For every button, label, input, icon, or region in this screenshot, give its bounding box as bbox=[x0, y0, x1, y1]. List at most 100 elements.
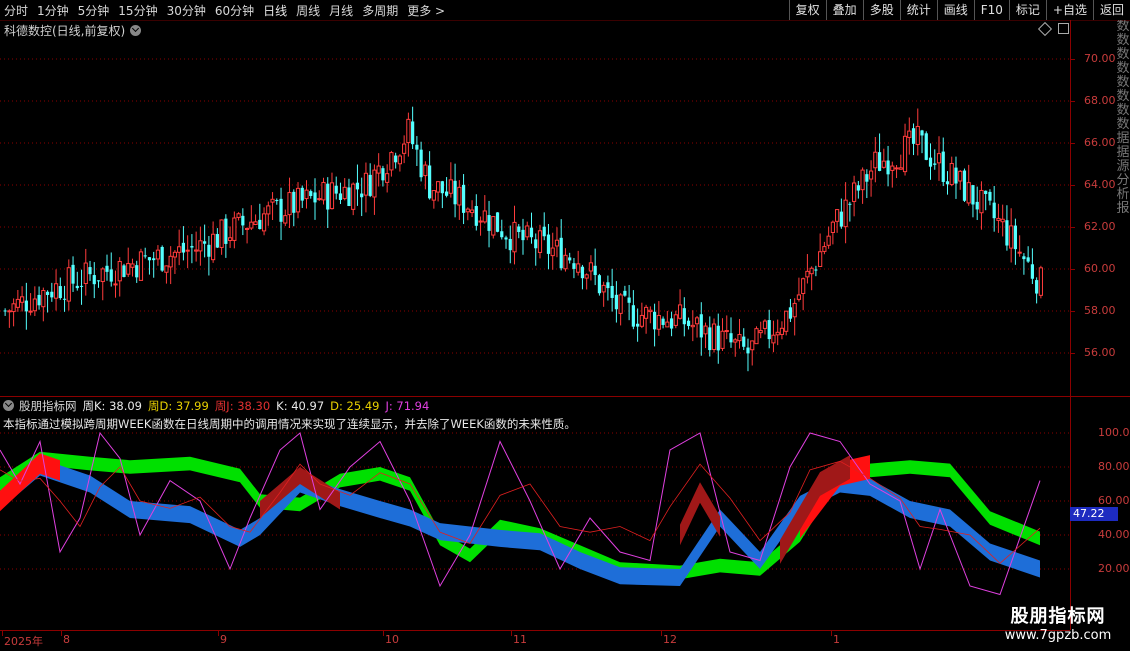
candle bbox=[236, 212, 241, 221]
period-tab[interactable]: 1分钟 bbox=[37, 2, 69, 19]
candle bbox=[261, 207, 267, 236]
candle bbox=[673, 310, 678, 329]
candle bbox=[96, 280, 101, 288]
period-tab[interactable]: 日线 bbox=[263, 2, 287, 19]
period-tab[interactable]: 更多 > bbox=[407, 2, 445, 19]
side-info-strip[interactable]: 数数数数数数数数据据源分析报 bbox=[1116, 20, 1130, 440]
candle bbox=[198, 226, 203, 266]
candle bbox=[283, 209, 288, 227]
toolbar-button[interactable]: 叠加 bbox=[825, 0, 863, 20]
candle bbox=[694, 316, 700, 338]
toolbar-button[interactable]: 复权 bbox=[788, 0, 826, 20]
period-tab[interactable]: 30分钟 bbox=[167, 2, 206, 19]
toolbar-button[interactable]: 返回 bbox=[1092, 0, 1130, 20]
diamond-icon[interactable] bbox=[1037, 21, 1053, 36]
candle bbox=[902, 123, 908, 176]
time-axis-label: 8 bbox=[63, 633, 70, 646]
candle bbox=[720, 318, 725, 351]
indicator-axis-label: 80.00 bbox=[1098, 460, 1130, 473]
candle bbox=[517, 224, 521, 239]
candle bbox=[814, 265, 818, 277]
toolbar-button[interactable]: +自选 bbox=[1045, 0, 1093, 20]
candle bbox=[623, 285, 627, 297]
candle bbox=[143, 247, 147, 259]
candle bbox=[809, 266, 814, 291]
candle bbox=[487, 200, 491, 248]
period-tab[interactable]: 5分钟 bbox=[78, 2, 110, 19]
candle bbox=[117, 257, 122, 297]
side-strip-char: 数 bbox=[1116, 20, 1130, 34]
period-tabs: 分时 1分钟 5分钟 15分钟 30分钟 60分钟 日线 周线 月线 多周期 更多 > bbox=[4, 0, 454, 20]
candle bbox=[431, 190, 436, 209]
candle bbox=[550, 232, 555, 270]
candle bbox=[347, 178, 351, 207]
candle bbox=[588, 255, 594, 281]
candle bbox=[996, 203, 1001, 233]
chevron-down-icon[interactable] bbox=[3, 400, 14, 411]
chart-corner-icons bbox=[1037, 21, 1069, 36]
indicator-axis-label: 20.00 bbox=[1098, 562, 1130, 575]
period-tab[interactable]: 15分钟 bbox=[118, 2, 157, 19]
candle bbox=[113, 270, 118, 298]
candle bbox=[372, 164, 377, 215]
candle bbox=[716, 313, 720, 364]
chart-title-bar: 科德数控(日线,前复权) bbox=[0, 21, 142, 39]
toolbar-button[interactable]: 统计 bbox=[899, 0, 937, 20]
candle bbox=[843, 182, 848, 244]
candle bbox=[1022, 253, 1026, 275]
candle bbox=[669, 311, 674, 337]
candle bbox=[1013, 218, 1018, 265]
candle bbox=[376, 153, 381, 187]
candle bbox=[584, 273, 589, 290]
candle bbox=[733, 337, 738, 357]
indicator-value: J: 71.94 bbox=[385, 398, 430, 413]
candle bbox=[453, 163, 457, 218]
candle bbox=[329, 172, 335, 210]
candle bbox=[249, 205, 254, 231]
candle bbox=[962, 168, 967, 202]
toolbar-button[interactable]: 标记 bbox=[1008, 0, 1046, 20]
candle bbox=[3, 308, 7, 316]
candle bbox=[351, 182, 356, 216]
indicator-band bbox=[680, 482, 720, 546]
chevron-down-icon[interactable] bbox=[130, 24, 142, 36]
candle bbox=[295, 182, 301, 219]
candle bbox=[461, 174, 466, 225]
candle bbox=[334, 176, 338, 200]
period-tab[interactable]: 多周期 bbox=[362, 2, 398, 19]
candle bbox=[627, 284, 631, 321]
indicator-value: D: 25.49 bbox=[330, 398, 380, 413]
candle bbox=[818, 233, 823, 267]
candle bbox=[385, 164, 390, 193]
toolbar-button[interactable]: 多股 bbox=[862, 0, 900, 20]
candle bbox=[504, 235, 508, 249]
candle bbox=[792, 298, 797, 336]
candle bbox=[389, 150, 394, 177]
candle bbox=[521, 218, 525, 255]
period-tab[interactable]: 月线 bbox=[329, 2, 353, 19]
toolbar-button[interactable]: 画线 bbox=[936, 0, 974, 20]
period-tab[interactable]: 周线 bbox=[296, 2, 320, 19]
toolbar-button[interactable]: F10 bbox=[973, 0, 1009, 20]
candle bbox=[100, 267, 105, 301]
candle bbox=[729, 317, 733, 348]
candlestick-chart[interactable] bbox=[0, 40, 1070, 396]
candle bbox=[593, 248, 597, 286]
candle bbox=[682, 297, 686, 337]
side-strip-char: 源 bbox=[1116, 159, 1130, 174]
side-strip-char: 数 bbox=[1116, 75, 1130, 90]
candle bbox=[572, 257, 576, 279]
candle bbox=[933, 149, 937, 170]
candle bbox=[677, 289, 683, 320]
candle bbox=[58, 277, 62, 300]
indicator-value: 周K: 38.09 bbox=[82, 398, 143, 413]
candle bbox=[253, 214, 258, 226]
side-strip-char: 据 bbox=[1116, 145, 1130, 160]
candle bbox=[436, 181, 441, 202]
maximize-icon[interactable] bbox=[1058, 23, 1069, 34]
candle bbox=[886, 145, 890, 187]
indicator-name[interactable]: 股朋指标网 bbox=[19, 398, 77, 414]
period-tab[interactable]: 分时 bbox=[4, 2, 28, 19]
period-tab[interactable]: 60分钟 bbox=[215, 2, 254, 19]
candle bbox=[525, 221, 530, 241]
